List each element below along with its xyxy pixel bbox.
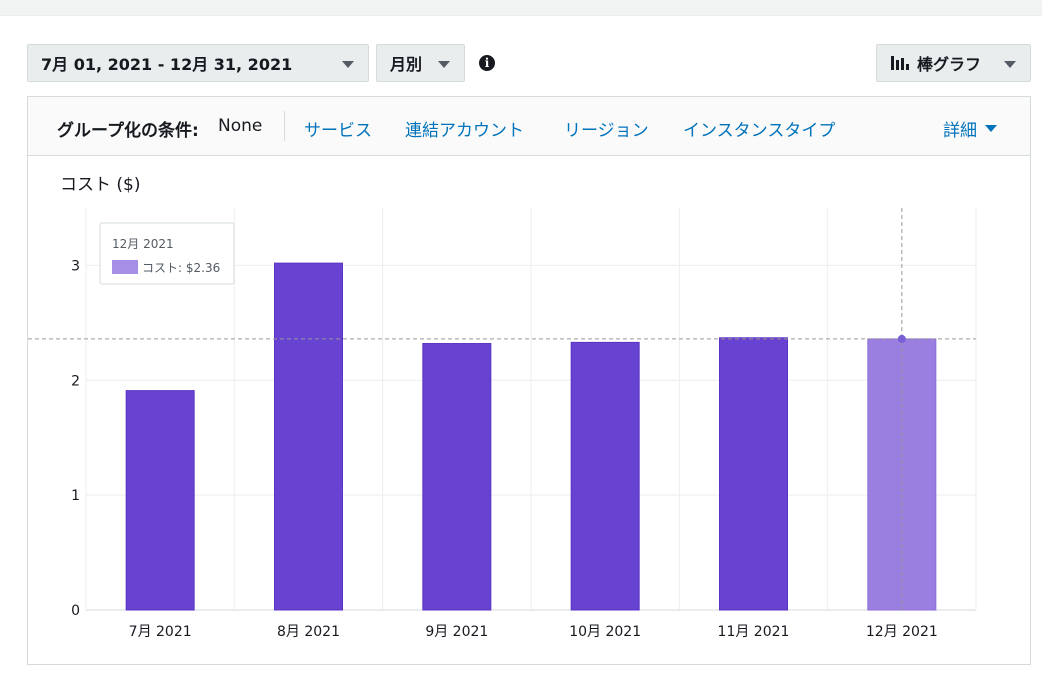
chart-tooltip: 12月 2021 コスト: $2.36	[99, 222, 235, 285]
y-tick-label: 2	[71, 373, 80, 389]
bar[interactable]	[125, 390, 195, 611]
tooltip-text: コスト: $2.36	[142, 261, 220, 275]
bar[interactable]	[422, 343, 492, 611]
cost-bar-chart: コスト ($) 0 1 2 3 7月 2021 8月 2021 9月 2021 10月 202…	[28, 175, 977, 640]
tooltip-title: 12月 2021	[112, 237, 174, 251]
x-tick-label: 8月 2021	[277, 624, 340, 640]
y-tick-label: 0	[71, 603, 80, 619]
bar[interactable]	[719, 337, 788, 611]
x-tick-label: 9月 2021	[425, 624, 488, 640]
x-tick-label: 12月 2021	[866, 624, 938, 640]
crosshair-point	[897, 334, 906, 343]
x-tick-label: 10月 2021	[569, 624, 641, 640]
y-tick-label: 1	[71, 488, 80, 504]
bar[interactable]	[570, 341, 640, 611]
x-tick-label: 7月 2021	[129, 624, 192, 640]
tooltip-swatch	[112, 260, 138, 274]
bar[interactable]	[274, 262, 343, 611]
axis-labels: 0 1 2 3 7月 2021 8月 2021 9月 2021 10月 2021 11月 202…	[71, 258, 938, 640]
x-tick-label: 11月 2021	[718, 624, 790, 640]
y-axis-label: コスト ($)	[60, 175, 140, 195]
y-tick-label: 3	[71, 258, 80, 274]
